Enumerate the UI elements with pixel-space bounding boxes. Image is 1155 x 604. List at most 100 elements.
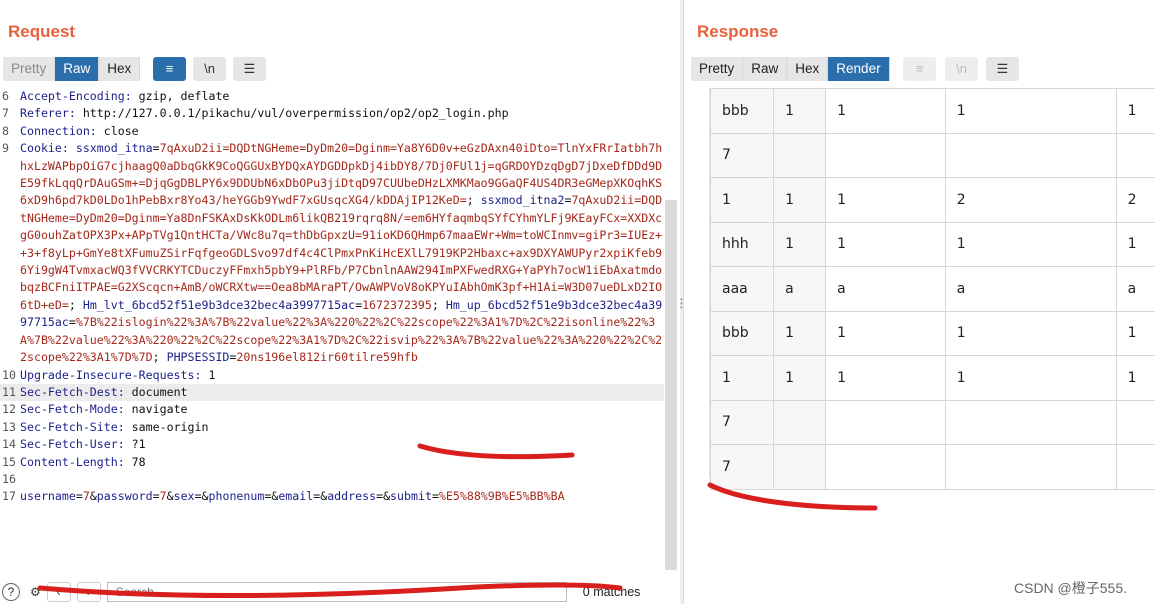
line-number: 11 [2,384,16,399]
tab-pretty[interactable]: Pretty [3,57,56,81]
search-next-button[interactable]: › [76,582,101,602]
hamburger-menu-icon: ☰ [243,61,256,76]
gear-icon[interactable]: ⚙ [30,585,41,599]
menu-button[interactable]: ☰ [233,57,266,81]
request-panel: Request Pretty Raw Hex ≡ \n ☰ 6 Accept-En… [0,0,680,604]
editor-line: 7 Referer: http://127.0.0.1/pikachu/vul/o… [0,105,664,122]
line-number: 10 [2,367,16,382]
table-cell [944,132,1117,178]
search-bar: ? ⚙ ‹ › 0 matches [0,580,680,604]
wrap-lines-button[interactable]: ≡ [903,57,936,81]
line-number: 8 [2,123,9,138]
response-view-tabs: Pretty Raw Hex Render [691,57,890,81]
table-cell: 1 [944,310,1117,356]
tab-pretty[interactable]: Pretty [691,57,744,81]
header-value: 78 [124,454,146,469]
table-cell [825,444,946,490]
editor-line: 12 Sec-Fetch-Mode: navigate [0,401,664,418]
table-cell: 1 [773,310,827,356]
table-cell: 7 [709,399,775,445]
table-cell: 1 [825,177,946,223]
body-param-name: sex [173,489,195,504]
request-view-tabs: Pretty Raw Hex [3,57,141,81]
newline-toggle-button[interactable]: \n [945,57,978,81]
line-number: 6 [2,89,9,103]
table-cell: 1 [709,355,775,401]
separator: = [152,489,160,504]
cookie-name: Hm_lvt_6bcd52f51e9b3dce32bec4a3997715ac [82,297,356,312]
wrap-lines-button[interactable]: ≡ [153,57,186,81]
line-content: Sec-Fetch-Dest: document [20,384,664,401]
header-value: ?1 [124,437,146,452]
search-prev-button[interactable]: ‹ [46,582,71,602]
table-row: 7 [709,399,1155,445]
editor-line: 17 username=7&password=7&sex=&phonenum=&e… [0,488,664,505]
separator: ; [431,297,446,312]
header-value: http://127.0.0.1/pikachu/vul/overpermiss… [75,106,509,121]
table-cell [825,399,946,445]
editor-scrollbar[interactable] [665,200,677,570]
header-name: Sec-Fetch-Site: [20,419,125,434]
separator [69,141,76,155]
newline-toggle-button[interactable]: \n [193,57,226,81]
separator: & [383,489,391,504]
table-cell [1115,132,1155,178]
header-name: Content-Length: [20,454,125,469]
line-number: 17 [2,489,16,504]
header-value: 1 [201,367,216,382]
table-cell: 1 [944,88,1117,134]
newline-label: \n [956,61,967,76]
tab-render[interactable]: Render [828,57,890,81]
table-cell: 1 [1115,310,1155,356]
table-cell: 2 [1115,177,1155,223]
table-cell [1115,444,1155,490]
menu-button[interactable]: ☰ [986,57,1019,81]
line-number: 12 [2,402,16,417]
rendered-table: bbb 1 1 1 1 7 1 1 1 2 2 hhh 1 1 1 1 aaa a a a a bbb 1 1 1 1 1 1 1 1 1 7… [709,88,1155,490]
body-param-value: 7 [82,489,90,504]
table-cell: 1 [825,221,946,267]
line-number: 15 [2,454,16,469]
table-cell: 7 [709,444,775,490]
table-row: 7 [709,132,1155,178]
table-cell: bbb [709,310,775,356]
separator: ; [466,193,481,208]
request-editor[interactable]: 6 Accept-Encoding: gzip, deflate 7 Referer:… [0,88,664,580]
header-name: Referer: [20,106,76,121]
line-content: Referer: http://127.0.0.1/pikachu/vul/ov… [20,105,664,122]
help-icon[interactable]: ? [2,583,20,601]
table-cell [1115,399,1155,445]
line-content: Upgrade-Insecure-Requests: 1 [20,367,664,384]
table-cell: 1 [825,310,946,356]
header-name: Connection: [20,123,97,138]
newline-label: \n [204,61,215,76]
header-value: document [124,384,188,399]
table-cell: aaa [709,266,775,312]
table-cell: 1 [1115,88,1155,134]
editor-line: 6 Accept-Encoding: gzip, deflate [0,88,664,105]
table-cell [773,444,827,490]
body-param-name: address [327,489,377,504]
watermark: CSDN @橙子555. [1014,580,1128,596]
cookie-value: 1672372395 [362,297,432,312]
table-cell [944,399,1117,445]
tab-hex[interactable]: Hex [99,57,141,81]
header-value: close [96,123,139,138]
table-row: 7 [709,444,1155,490]
tab-raw[interactable]: Raw [55,57,100,81]
response-title: Response [697,22,779,41]
rendered-response: bbb 1 1 1 1 7 1 1 1 2 2 hhh 1 1 1 1 aaa a a a a bbb 1 1 1 1 1 1 1 1 1 7… [684,88,1155,604]
line-content: Sec-Fetch-Site: same-origin [20,419,664,436]
table-cell: 1 [773,221,827,267]
table-cell: a [1115,266,1155,312]
table-row: 11111 [709,355,1155,401]
separator: = [431,489,439,504]
tab-hex[interactable]: Hex [787,57,829,81]
editor-line: 15 Content-Length: 78 [0,454,664,471]
tab-raw[interactable]: Raw [743,57,788,81]
table-row: bbb 1 1 1 1 [709,310,1155,356]
editor-line: 9 Cookie: ssxmod_itna=7qAxuD2ii=DQDtNGHem… [0,140,664,366]
line-content: username=7&password=7&sex=&phonenum=&ema… [20,488,664,505]
search-input[interactable] [106,582,567,602]
table-cell: 1 [944,355,1117,401]
